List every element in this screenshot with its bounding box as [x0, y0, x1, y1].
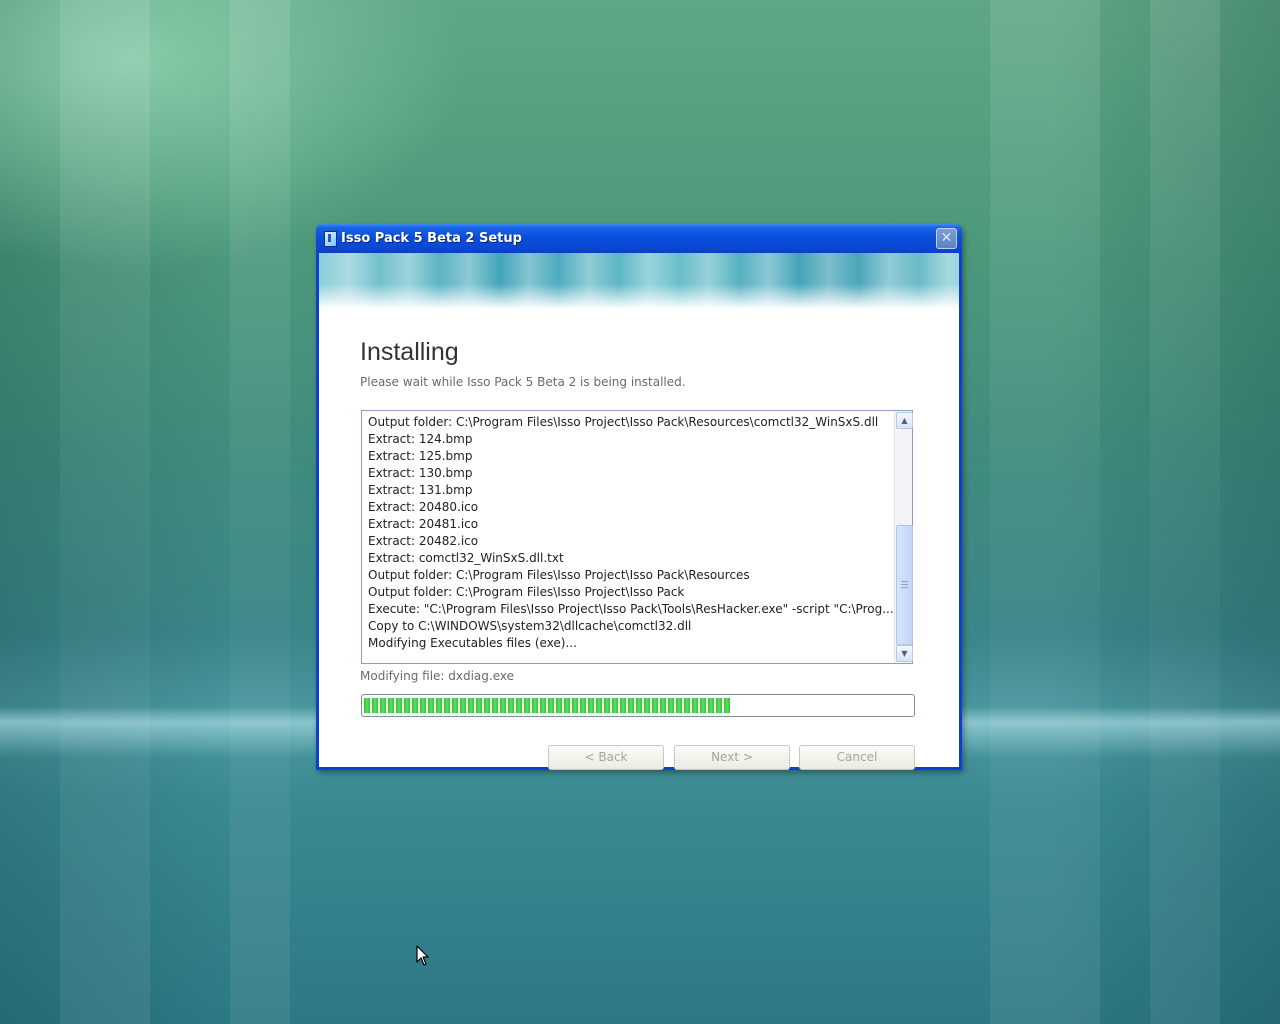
installer-icon — [324, 231, 337, 247]
log-line: Extract: 130.bmp — [368, 466, 473, 480]
progress-track — [364, 698, 912, 713]
log-line: Execute: "C:\Program Files\Isso Project\… — [368, 602, 894, 616]
title-bar[interactable]: Isso Pack 5 Beta 2 Setup ✕ — [316, 224, 962, 253]
scroll-thumb[interactable] — [896, 525, 913, 645]
wallpaper-streak — [230, 0, 290, 1024]
header-banner — [319, 253, 959, 309]
log-line: Extract: 20481.ico — [368, 517, 479, 531]
grip-line — [901, 587, 908, 588]
log-line: Output folder: C:\Program Files\Isso Pro… — [368, 568, 750, 582]
wallpaper-streak — [60, 0, 150, 1024]
progress-bar — [361, 694, 915, 717]
log-line: Output folder: C:\Program Files\Isso Pro… — [368, 585, 685, 599]
log-line: Extract: 124.bmp — [368, 432, 473, 446]
log-line: Output folder: C:\Program Files\Isso Pro… — [368, 415, 879, 429]
log-line: Extract: 20482.ico — [368, 534, 479, 548]
log-line: Extract: 125.bmp — [368, 449, 473, 463]
grip-line — [901, 581, 908, 582]
log-scrollbar[interactable]: ▲ ▼ — [894, 411, 913, 663]
log-line: Modifying Executables files (exe)... — [368, 636, 577, 650]
progress-fill — [364, 698, 732, 713]
page-subtitle: Please wait while Isso Pack 5 Beta 2 is … — [360, 375, 686, 389]
window-title: Isso Pack 5 Beta 2 Setup — [341, 231, 522, 246]
setup-window: Isso Pack 5 Beta 2 Setup ✕ Installing Pl… — [316, 224, 962, 770]
chevron-up-icon: ▲ — [901, 416, 908, 425]
chevron-down-icon: ▼ — [901, 649, 908, 658]
next-button[interactable]: Next > — [674, 745, 790, 770]
scroll-down-button[interactable]: ▼ — [896, 645, 913, 662]
log-line: Copy to C:\WINDOWS\system32\dllcache\com… — [368, 619, 692, 633]
wallpaper-streak — [990, 0, 1100, 1024]
log-line: Extract: 131.bmp — [368, 483, 473, 497]
mouse-cursor-icon — [416, 945, 430, 971]
log-line: Extract: comctl32_WinSxS.dll.txt — [368, 551, 564, 565]
status-text: Modifying file: dxdiag.exe — [360, 669, 515, 683]
window-client-area: Installing Please wait while Isso Pack 5… — [319, 253, 959, 770]
wallpaper-streak — [1150, 0, 1220, 1024]
back-button[interactable]: < Back — [548, 745, 664, 770]
page-title: Installing — [360, 338, 459, 366]
log-line: Extract: 20480.ico — [368, 500, 479, 514]
cancel-button[interactable]: Cancel — [799, 745, 915, 770]
install-log[interactable]: Output folder: C:\Program Files\Isso Pro… — [361, 410, 913, 664]
log-lines: Output folder: C:\Program Files\Isso Pro… — [368, 414, 896, 659]
scroll-up-button[interactable]: ▲ — [896, 412, 913, 429]
close-button[interactable]: ✕ — [936, 228, 957, 249]
grip-line — [901, 584, 908, 585]
close-icon: ✕ — [940, 230, 953, 246]
